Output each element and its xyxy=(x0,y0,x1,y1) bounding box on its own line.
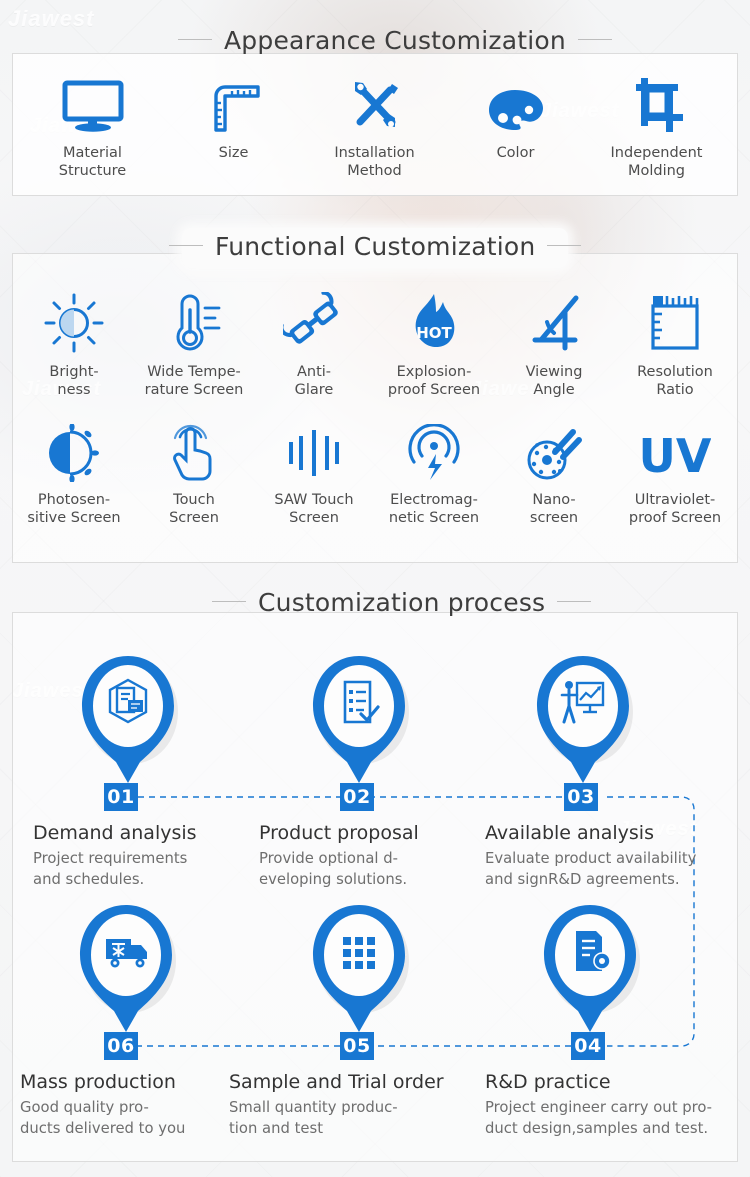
functional-icon-grid-row2: Photosen- sitive Screen Touch Screen SAW… xyxy=(14,424,736,527)
process-section-title: Customization process xyxy=(200,588,603,617)
functional-item-resolution-ratio[interactable]: Resolution Ratio xyxy=(614,292,736,399)
process-step-desc-03: Evaluate product availability and signR&… xyxy=(485,850,697,888)
appearance-item-label: Color xyxy=(496,145,535,161)
brightness-sun-icon xyxy=(43,292,105,354)
flame-hot-icon: HOT xyxy=(405,292,463,354)
tools-icon xyxy=(346,78,404,132)
process-badge-01: 01 xyxy=(104,783,138,811)
ruler-icon xyxy=(206,78,262,132)
process-badge-05: 05 xyxy=(340,1032,374,1060)
title-rule-left xyxy=(178,39,212,40)
functional-item-label: Viewing Angle xyxy=(525,364,583,398)
viewing-angle-icon xyxy=(523,292,585,354)
process-step-title-05: Sample and Trial order xyxy=(229,1071,444,1093)
functional-title-text: Functional Customization xyxy=(215,232,536,261)
appearance-section-title: Appearance Customization xyxy=(166,26,624,55)
crop-icon xyxy=(630,78,684,132)
process-pin-04[interactable] xyxy=(538,901,642,1037)
process-step-title-01: Demand analysis xyxy=(33,822,197,844)
process-step-desc-01: Project requirements and schedules. xyxy=(33,850,188,888)
appearance-item-label: Installation Method xyxy=(334,145,415,179)
functional-item-anti-glare[interactable]: Anti- Glare xyxy=(254,292,374,399)
svg-text:HOT: HOT xyxy=(416,324,452,342)
process-step-desc-06: Good quality pro- ducts delivered to you xyxy=(20,1099,186,1137)
functional-item-label: Electromag- netic Screen xyxy=(388,492,480,526)
process-badge-06: 06 xyxy=(104,1032,138,1060)
functional-item-label: Wide Tempe- rature Screen xyxy=(144,364,244,398)
process-step-desc-04: Project engineer carry out pro- duct des… xyxy=(485,1099,713,1137)
functional-item-label: Resolution Ratio xyxy=(637,364,713,398)
functional-item-wide-temperature[interactable]: Wide Tempe- rature Screen xyxy=(134,292,254,399)
page-root: Appearance Customization Material Struct… xyxy=(0,0,750,1177)
saw-wave-icon xyxy=(285,424,343,482)
process-pin-01[interactable] xyxy=(76,652,180,788)
functional-item-photosensitive[interactable]: Photosen- sitive Screen xyxy=(14,424,134,527)
process-badge-02: 02 xyxy=(340,783,374,811)
appearance-item-size[interactable]: Size xyxy=(163,78,304,180)
process-title-text: Customization process xyxy=(258,588,546,617)
title-rule-right xyxy=(557,601,592,602)
functional-item-touch-screen[interactable]: Touch Screen xyxy=(134,424,254,527)
appearance-item-independent-molding[interactable]: Independent Molding xyxy=(586,78,727,180)
nano-icon xyxy=(525,424,583,482)
title-rule-right xyxy=(577,39,612,40)
grid-dots-icon xyxy=(343,937,375,969)
appearance-item-color[interactable]: Color xyxy=(445,78,586,180)
process-badge-03: 03 xyxy=(564,783,598,811)
functional-item-explosion-proof[interactable]: HOT Explosion- proof Screen xyxy=(374,292,494,399)
svg-text:UV: UV xyxy=(639,429,711,482)
process-step-desc-05: Small quantity produc- tion and test xyxy=(229,1099,398,1137)
appearance-item-installation-method[interactable]: Installation Method xyxy=(304,78,445,180)
thermometer-icon xyxy=(165,292,223,354)
functional-item-label: Photosen- sitive Screen xyxy=(27,492,121,526)
touch-hand-icon xyxy=(168,424,220,482)
title-rule-left xyxy=(169,245,203,246)
functional-item-label: SAW Touch Screen xyxy=(274,492,354,526)
appearance-icon-grid: Material Structure Size Installation Met… xyxy=(22,78,728,180)
functional-item-label: Explosion- proof Screen xyxy=(387,364,481,398)
functional-item-label: Nano- screen xyxy=(529,492,579,526)
functional-item-saw-touch[interactable]: SAW Touch Screen xyxy=(254,424,374,527)
functional-item-label: Bright- ness xyxy=(49,364,99,398)
process-pin-02[interactable] xyxy=(307,652,411,788)
process-step-title-06: Mass production xyxy=(20,1071,176,1093)
appearance-item-label: Independent Molding xyxy=(610,145,703,179)
process-pin-05[interactable] xyxy=(307,901,411,1037)
process-step-desc-02: Provide optional d- eveloping solutions. xyxy=(259,850,408,888)
functional-icon-grid-row1: Bright- ness Wide Tempe- rature Screen A… xyxy=(14,292,736,399)
functional-section-title: Functional Customization xyxy=(157,232,593,261)
appearance-item-label: Material Structure xyxy=(58,145,127,179)
process-step-title-02: Product proposal xyxy=(259,822,419,844)
functional-item-label: Ultraviolet- proof Screen xyxy=(628,492,722,526)
process-step-title-04: R&D practice xyxy=(485,1071,611,1093)
process-step-title-03: Available analysis xyxy=(485,822,654,844)
functional-item-brightness[interactable]: Bright- ness xyxy=(14,292,134,399)
uv-text-icon: UV xyxy=(639,424,711,482)
functional-item-nano-screen[interactable]: Nano- screen xyxy=(494,424,614,527)
title-rule-left xyxy=(212,601,246,602)
functional-item-electromagnetic[interactable]: Electromag- netic Screen xyxy=(374,424,494,527)
glasses-icon xyxy=(283,292,345,354)
process-badge-04: 04 xyxy=(571,1032,605,1060)
monitor-icon xyxy=(62,78,124,132)
process-pin-03[interactable] xyxy=(531,652,635,788)
functional-item-viewing-angle[interactable]: Viewing Angle xyxy=(494,292,614,399)
functional-item-label: Touch Screen xyxy=(169,492,219,526)
process-pin-06[interactable] xyxy=(74,901,178,1037)
appearance-item-material-structure[interactable]: Material Structure xyxy=(22,78,163,180)
appearance-item-label: Size xyxy=(218,145,249,161)
palette-icon xyxy=(485,78,547,132)
title-rule-right xyxy=(547,245,582,246)
photosensitive-icon xyxy=(44,424,104,482)
electromagnetic-icon xyxy=(406,424,462,482)
appearance-title-text: Appearance Customization xyxy=(224,26,566,55)
functional-item-ultraviolet-proof[interactable]: UV Ultraviolet- proof Screen xyxy=(614,424,736,527)
resolution-ruler-icon xyxy=(647,292,703,354)
functional-item-label: Anti- Glare xyxy=(294,364,334,398)
